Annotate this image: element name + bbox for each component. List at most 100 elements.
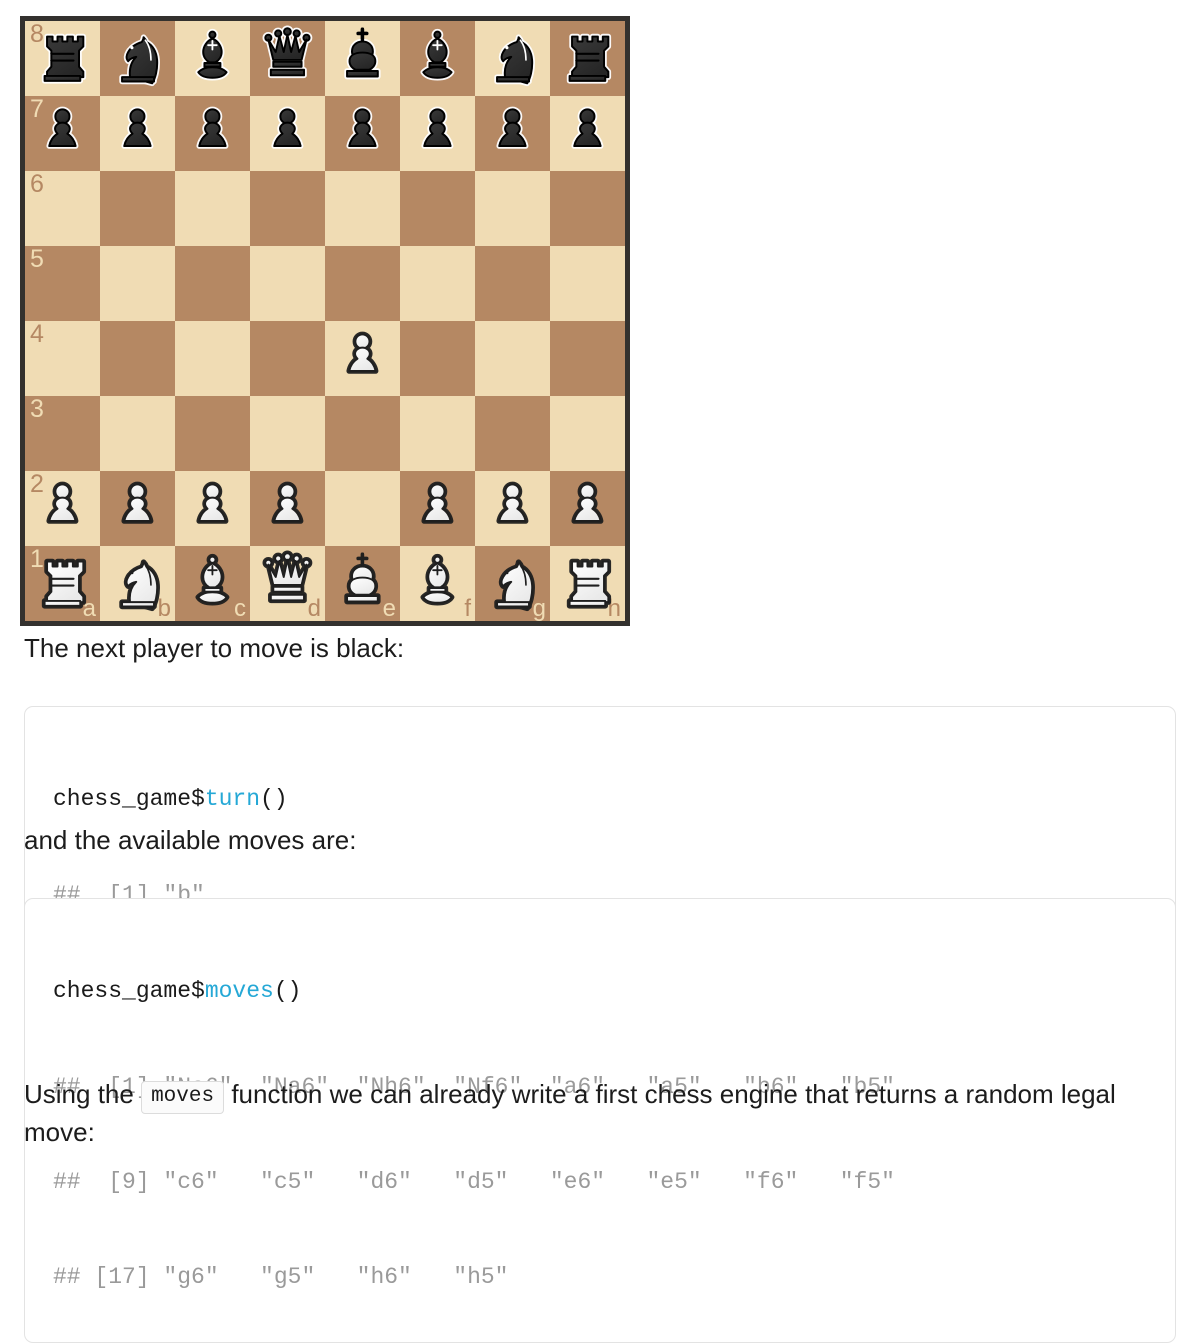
board-square-e8[interactable] [325,21,400,96]
black-pawn-icon[interactable] [175,96,250,171]
white-knight-icon[interactable] [100,546,175,621]
chess-board-container: 8 7 6 5 4 3 2 1 a b c d e f g h [20,16,630,626]
black-pawn-icon[interactable] [25,96,100,171]
white-pawn-icon[interactable] [400,471,475,546]
white-bishop-icon[interactable] [400,546,475,621]
board-square-b6[interactable] [100,171,175,246]
board-square-e7[interactable] [325,96,400,171]
white-pawn-icon[interactable] [175,471,250,546]
black-pawn-icon[interactable] [400,96,475,171]
board-square-f5[interactable] [400,246,475,321]
board-square-g3[interactable] [475,396,550,471]
black-bishop-icon[interactable] [400,21,475,96]
black-knight-icon[interactable] [100,21,175,96]
board-square-c1[interactable]: c [175,546,250,621]
white-king-icon[interactable] [325,546,400,621]
board-square-b3[interactable] [100,396,175,471]
board-square-d4[interactable] [250,321,325,396]
board-square-a7[interactable]: 7 [25,96,100,171]
board-square-f1[interactable]: f [400,546,475,621]
white-pawn-icon[interactable] [25,471,100,546]
board-square-e5[interactable] [325,246,400,321]
white-pawn-icon[interactable] [250,471,325,546]
board-square-e2[interactable] [325,471,400,546]
black-queen-icon[interactable] [250,21,325,96]
white-bishop-icon[interactable] [175,546,250,621]
board-square-h4[interactable] [550,321,625,396]
board-square-a4[interactable]: 4 [25,321,100,396]
board-square-b1[interactable]: b [100,546,175,621]
board-square-g4[interactable] [475,321,550,396]
board-square-a3[interactable]: 3 [25,396,100,471]
board-square-h8[interactable] [550,21,625,96]
board-square-h2[interactable] [550,471,625,546]
board-square-c4[interactable] [175,321,250,396]
board-square-h7[interactable] [550,96,625,171]
board-square-c3[interactable] [175,396,250,471]
board-square-f4[interactable] [400,321,475,396]
board-square-d7[interactable] [250,96,325,171]
board-square-f8[interactable] [400,21,475,96]
board-square-d5[interactable] [250,246,325,321]
black-bishop-icon[interactable] [175,21,250,96]
board-square-b5[interactable] [100,246,175,321]
board-square-g7[interactable] [475,96,550,171]
white-pawn-icon[interactable] [550,471,625,546]
board-square-g6[interactable] [475,171,550,246]
inline-code-moves[interactable]: moves [141,1081,225,1115]
board-square-a1[interactable]: 1a [25,546,100,621]
black-rook-icon[interactable] [550,21,625,96]
black-king-icon[interactable] [325,21,400,96]
board-square-b2[interactable] [100,471,175,546]
board-square-g8[interactable] [475,21,550,96]
board-square-b7[interactable] [100,96,175,171]
board-square-a2[interactable]: 2 [25,471,100,546]
board-square-c7[interactable] [175,96,250,171]
black-pawn-icon[interactable] [475,96,550,171]
board-square-e1[interactable]: e [325,546,400,621]
board-square-d2[interactable] [250,471,325,546]
board-square-h6[interactable] [550,171,625,246]
board-square-f3[interactable] [400,396,475,471]
board-square-e6[interactable] [325,171,400,246]
board-square-a6[interactable]: 6 [25,171,100,246]
board-square-d1[interactable]: d [250,546,325,621]
black-pawn-icon[interactable] [250,96,325,171]
board-square-h5[interactable] [550,246,625,321]
black-knight-icon[interactable] [475,21,550,96]
board-square-a8[interactable]: 8 [25,21,100,96]
board-square-c2[interactable] [175,471,250,546]
code-input-line: chess_game$turn() [53,784,1155,816]
board-square-b4[interactable] [100,321,175,396]
board-square-d6[interactable] [250,171,325,246]
board-square-g2[interactable] [475,471,550,546]
board-square-b8[interactable] [100,21,175,96]
white-pawn-icon[interactable] [475,471,550,546]
turn-intro-paragraph: The next player to move is black: [24,630,1164,667]
white-knight-icon[interactable] [475,546,550,621]
black-pawn-icon[interactable] [550,96,625,171]
board-square-c8[interactable] [175,21,250,96]
board-square-d3[interactable] [250,396,325,471]
board-square-f2[interactable] [400,471,475,546]
board-square-c5[interactable] [175,246,250,321]
board-square-f7[interactable] [400,96,475,171]
board-square-a5[interactable]: 5 [25,246,100,321]
white-queen-icon[interactable] [250,546,325,621]
board-square-e3[interactable] [325,396,400,471]
board-square-h3[interactable] [550,396,625,471]
board-square-h1[interactable]: h [550,546,625,621]
black-pawn-icon[interactable] [100,96,175,171]
white-rook-icon[interactable] [25,546,100,621]
white-pawn-icon[interactable] [325,321,400,396]
board-square-e4[interactable] [325,321,400,396]
black-rook-icon[interactable] [25,21,100,96]
board-square-c6[interactable] [175,171,250,246]
white-pawn-icon[interactable] [100,471,175,546]
board-square-g1[interactable]: g [475,546,550,621]
white-rook-icon[interactable] [550,546,625,621]
board-square-d8[interactable] [250,21,325,96]
board-square-g5[interactable] [475,246,550,321]
black-pawn-icon[interactable] [325,96,400,171]
board-square-f6[interactable] [400,171,475,246]
